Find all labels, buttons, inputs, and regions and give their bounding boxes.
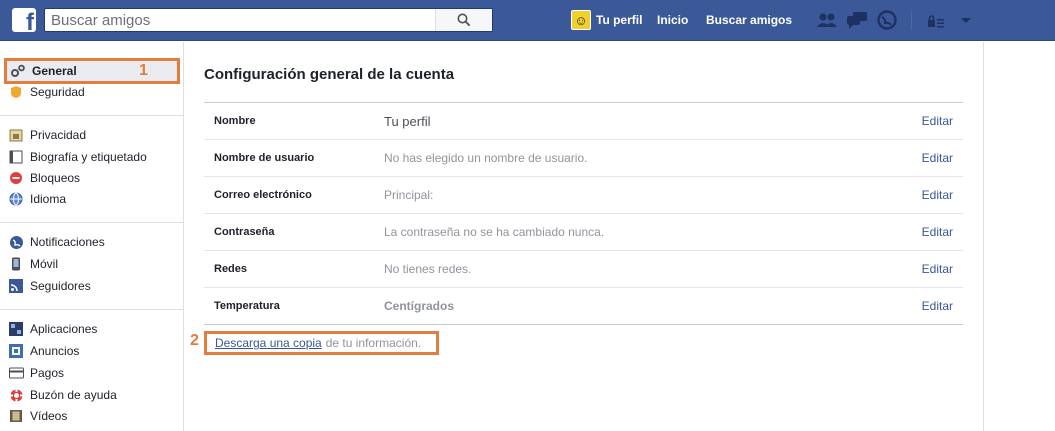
settings-main: Configuración general de la cuenta Nombr… [184, 42, 984, 431]
nav-divider [911, 12, 912, 30]
sidebar-item-buzon-ayuda[interactable]: Buzón de ayuda [8, 385, 117, 405]
edit-link[interactable]: Editar [922, 114, 953, 128]
row-label: Correo electrónico [214, 189, 312, 201]
edit-link[interactable]: Editar [922, 262, 953, 276]
settings-sidebar: General 1 Seguridad Privacidad Biografía… [0, 42, 184, 431]
account-menu-chevron-icon[interactable] [955, 11, 977, 31]
timeline-icon [8, 149, 24, 165]
step-marker-1: 1 [139, 62, 148, 79]
sidebar-item-anuncios[interactable]: Anuncios [8, 341, 79, 361]
film-icon [8, 408, 24, 424]
sidebar-divider [0, 309, 184, 310]
sidebar-item-label: Seguridad [30, 85, 85, 99]
card-icon [8, 365, 24, 381]
nav-right-group [925, 11, 977, 31]
row-label: Nombre de usuario [214, 152, 315, 164]
nav-profile-link[interactable]: ☺ Tu perfil [571, 10, 642, 30]
row-value: Centígrados [384, 299, 455, 313]
home-link[interactable]: Inicio [657, 13, 688, 27]
search-box [44, 8, 493, 32]
sidebar-item-privacidad[interactable]: Privacidad [8, 125, 86, 145]
sidebar-divider [0, 222, 184, 223]
sidebar-item-label: Bloqueos [30, 171, 81, 185]
row-label: Temperatura [214, 300, 280, 312]
ads-icon [8, 343, 24, 359]
row-value: Principal: [384, 188, 434, 202]
top-bar: f ☺ Tu perfil Inicio Buscar amigos [0, 0, 1055, 41]
sidebar-item-label: Vídeos [30, 409, 68, 423]
facebook-logo-icon[interactable]: f [12, 8, 36, 32]
sidebar-item-notificaciones[interactable]: Notificaciones [8, 232, 105, 252]
sidebar-item-label: Biografía y etiquetado [30, 150, 147, 164]
sidebar-item-pagos[interactable]: Pagos [8, 363, 64, 383]
privacy-shortcuts-icon[interactable] [925, 11, 947, 31]
sidebar-item-label: Buzón de ayuda [30, 388, 117, 402]
sidebar-item-label: General [32, 64, 77, 78]
block-icon [8, 170, 24, 186]
sidebar-item-label: Móvil [30, 257, 59, 271]
globe-icon [8, 191, 24, 207]
badge-icon [8, 84, 24, 100]
avatar: ☺ [571, 10, 591, 30]
notification-icons [816, 10, 898, 30]
row-value: No has elegido un nombre de usuario. [384, 151, 588, 165]
sidebar-item-label: Privacidad [30, 128, 87, 142]
settings-row-redes[interactable]: Redes No tienes redes. Editar [204, 251, 963, 288]
search-icon [457, 13, 471, 27]
download-copy-link[interactable]: Descarga una copia [215, 336, 322, 350]
search-button[interactable] [435, 9, 492, 31]
lock-icon [8, 127, 24, 143]
search-input[interactable] [51, 11, 431, 29]
rss-icon [8, 278, 24, 294]
row-value: No tienes redes. [384, 262, 472, 276]
apps-icon [8, 321, 24, 337]
sidebar-divider [0, 115, 184, 116]
settings-table: Nombre Tu perfil Editar Nombre de usuari… [204, 102, 963, 325]
sidebar-item-label: Idioma [30, 192, 67, 206]
step-marker-2: 2 [190, 332, 199, 349]
sidebar-item-label: Anuncios [30, 344, 80, 358]
sidebar-item-idioma[interactable]: Idioma [8, 189, 66, 209]
download-rest-text: de tu información. [325, 336, 422, 350]
row-label: Nombre [214, 115, 256, 127]
row-value: La contraseña no se ha cambiado nunca. [384, 225, 605, 239]
notifications-globe-icon[interactable] [876, 10, 898, 30]
find-friends-link[interactable]: Buscar amigos [706, 13, 792, 27]
page-title: Configuración general de la cuenta [204, 66, 455, 83]
row-value: Tu perfil [384, 113, 431, 129]
edit-link[interactable]: Editar [922, 299, 953, 313]
sidebar-item-aplicaciones[interactable]: Aplicaciones [8, 319, 97, 339]
gears-icon [10, 63, 26, 79]
messages-icon[interactable] [846, 10, 868, 30]
settings-row-nombre[interactable]: Nombre Tu perfil Editar [204, 103, 963, 140]
profile-label: Tu perfil [596, 13, 643, 27]
settings-row-correo[interactable]: Correo electrónico Principal: Editar [204, 177, 963, 214]
sidebar-item-movil[interactable]: Móvil [8, 254, 58, 274]
row-label: Contraseña [214, 226, 275, 238]
sidebar-item-label: Aplicaciones [30, 322, 98, 336]
sidebar-item-label: Notificaciones [30, 235, 105, 249]
logo-letter: f [26, 9, 34, 33]
sidebar-item-seguidores[interactable]: Seguidores [8, 276, 91, 296]
edit-link[interactable]: Editar [922, 188, 953, 202]
mobile-icon [8, 256, 24, 272]
sidebar-item-label: Pagos [30, 366, 65, 380]
edit-link[interactable]: Editar [922, 151, 953, 165]
settings-row-contrasena[interactable]: Contraseña La contraseña no se ha cambia… [204, 214, 963, 251]
row-label: Redes [214, 263, 248, 275]
sidebar-item-bloqueos[interactable]: Bloqueos [8, 168, 80, 188]
download-info-box: Descarga una copia de tu información. [204, 331, 439, 355]
sidebar-item-videos[interactable]: Vídeos [8, 406, 67, 426]
friend-requests-icon[interactable] [816, 10, 838, 30]
edit-link[interactable]: Editar [922, 225, 953, 239]
settings-row-temperatura[interactable]: Temperatura Centígrados Editar [204, 288, 963, 325]
sidebar-item-seguridad[interactable]: Seguridad [8, 82, 85, 102]
sidebar-item-general[interactable]: General [4, 58, 180, 84]
settings-row-usuario[interactable]: Nombre de usuario No has elegido un nomb… [204, 140, 963, 177]
sidebar-item-label: Seguidores [30, 279, 91, 293]
sidebar-item-biografia[interactable]: Biografía y etiquetado [8, 147, 147, 167]
lifebuoy-icon [8, 387, 24, 403]
earth-icon [8, 234, 24, 250]
